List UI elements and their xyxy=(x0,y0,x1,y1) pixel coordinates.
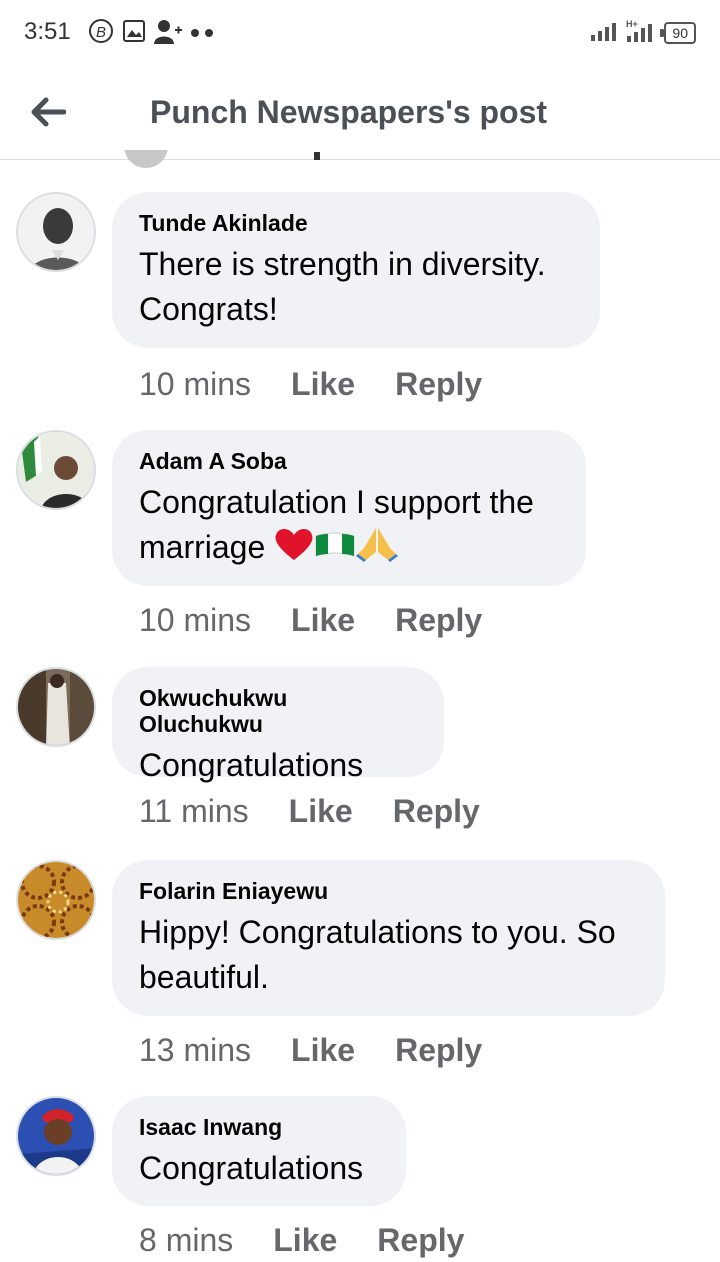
comment-text: Congratulation I support the marriage xyxy=(139,480,558,574)
add-person-icon xyxy=(154,18,182,49)
comment-time[interactable]: 10 mins xyxy=(139,602,251,639)
like-button[interactable]: Like xyxy=(291,366,355,403)
previous-avatar-peek xyxy=(124,150,168,168)
avatar[interactable] xyxy=(16,1096,96,1176)
signal-icon xyxy=(590,19,618,46)
reply-button[interactable]: Reply xyxy=(377,1222,464,1259)
like-button[interactable]: Like xyxy=(291,602,355,639)
avatar[interactable] xyxy=(16,192,96,272)
svg-text:H+: H+ xyxy=(626,19,638,29)
red-heart-icon xyxy=(274,526,314,574)
comment-meta: 11 mins Like Reply xyxy=(139,793,480,830)
comment-meta: 10 mins Like Reply xyxy=(139,602,482,639)
comment-meta: 10 mins Like Reply xyxy=(139,366,482,403)
like-button[interactable]: Like xyxy=(291,1032,355,1069)
image-icon xyxy=(122,19,146,48)
status-time: 3:51 xyxy=(24,18,71,45)
avatar[interactable] xyxy=(16,430,96,510)
comment-time[interactable]: 11 mins xyxy=(139,793,249,830)
system-icons: H+ 90 xyxy=(590,18,696,47)
comment-text: Congratulations xyxy=(139,747,364,783)
comment-time[interactable]: 10 mins xyxy=(139,366,251,403)
previous-text-peek xyxy=(314,152,320,160)
like-button[interactable]: Like xyxy=(273,1222,337,1259)
nigeria-flag-icon xyxy=(314,527,356,572)
back-arrow-icon xyxy=(31,97,66,127)
notification-icons: B xyxy=(88,18,216,49)
avatar[interactable] xyxy=(16,860,96,940)
reply-button[interactable]: Reply xyxy=(395,602,482,639)
comment-time[interactable]: 8 mins xyxy=(139,1222,233,1259)
svg-text:B: B xyxy=(96,24,106,41)
post-header: Punch Newspapers's post xyxy=(0,64,720,160)
comment-author[interactable]: Folarin Eniayewu xyxy=(139,878,637,904)
avatar[interactable] xyxy=(16,667,96,747)
comment-text: Hippy! Congratulations to you. So beautif… xyxy=(139,914,616,995)
comment-author[interactable]: Adam A Soba xyxy=(139,448,558,474)
b-circle-icon: B xyxy=(88,18,114,49)
comment-author[interactable]: Okwuchukwu Oluchukwu xyxy=(139,685,416,737)
comment-bubble[interactable]: Isaac Inwang Congratulations xyxy=(112,1096,406,1206)
comment-bubble[interactable]: Tunde Akinlade There is strength in dive… xyxy=(112,192,600,348)
comment-bubble[interactable]: Okwuchukwu Oluchukwu Congratulations xyxy=(112,667,444,783)
like-button[interactable]: Like xyxy=(289,793,353,830)
comment-meta: 13 mins Like Reply xyxy=(139,1032,482,1069)
battery-indicator: 90 xyxy=(660,21,696,44)
reply-button[interactable]: Reply xyxy=(395,366,482,403)
status-bar: 3:51 B H+ 90 xyxy=(0,0,720,64)
back-button[interactable] xyxy=(22,86,74,138)
comment-author[interactable]: Tunde Akinlade xyxy=(139,210,572,236)
comment-time[interactable]: 13 mins xyxy=(139,1032,251,1069)
comment-text: Congratulations xyxy=(139,1150,364,1186)
page-title: Punch Newspapers's post xyxy=(150,94,548,130)
mobile-data-icon: H+ xyxy=(626,18,656,47)
reply-button[interactable]: Reply xyxy=(395,1032,482,1069)
comment-bubble[interactable]: Adam A Soba Congratulation I support the… xyxy=(112,430,586,586)
comment-bubble[interactable]: Folarin Eniayewu Hippy! Congratulations … xyxy=(112,860,665,1016)
comment-author[interactable]: Isaac Inwang xyxy=(139,1114,378,1140)
more-dots-icon xyxy=(190,25,216,43)
folded-hands-icon xyxy=(356,526,399,574)
comment-meta: 8 mins Like Reply xyxy=(139,1222,464,1259)
reply-button[interactable]: Reply xyxy=(393,793,480,830)
comment-text: There is strength in diversity. Congrats! xyxy=(139,246,546,327)
